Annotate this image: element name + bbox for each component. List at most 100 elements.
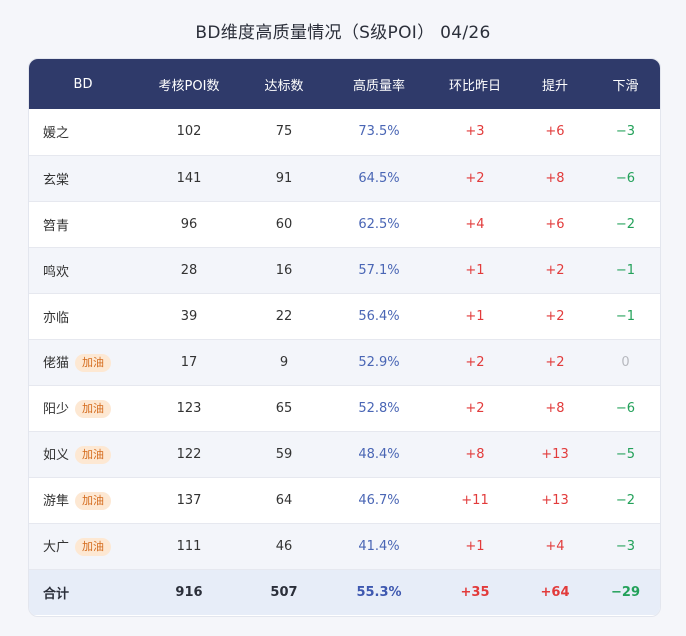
header-bd[interactable]: BD bbox=[29, 59, 137, 109]
poi-count-cell: 17 bbox=[180, 354, 198, 370]
bd-name-cell: 大广 加油 bbox=[29, 523, 137, 569]
total-pass: 507 bbox=[270, 584, 298, 600]
day-over-day-cell: +1 bbox=[465, 538, 485, 554]
bd-name-cell: 佬猫 加油 bbox=[29, 339, 137, 385]
day-over-day-cell: +11 bbox=[461, 492, 489, 508]
poi-count-cell: 123 bbox=[176, 400, 202, 416]
day-over-day-cell: +4 bbox=[465, 216, 485, 232]
decline-cell: −2 bbox=[615, 216, 636, 232]
total-poi: 916 bbox=[175, 584, 203, 600]
encourage-badge: 加油 bbox=[75, 354, 112, 372]
table-row[interactable]: 笤青 96 60 62.5% +4 +6 −2 bbox=[29, 201, 660, 247]
pass-count-cell: 75 bbox=[275, 124, 293, 140]
pass-count-cell: 22 bbox=[275, 308, 293, 324]
decline-cell: −1 bbox=[615, 308, 636, 324]
poi-count-cell: 96 bbox=[180, 216, 198, 232]
poi-count-cell: 111 bbox=[176, 538, 202, 554]
poi-count-cell: 102 bbox=[176, 124, 202, 140]
total-down: −29 bbox=[611, 584, 640, 600]
stats-table-card: BD 考核POI数 达标数 高质量率 环比昨日 提升 下滑 媛之 102 75 73.… bbox=[28, 58, 661, 617]
bd-name: 玄棠 bbox=[43, 172, 70, 188]
quality-rate-cell: 48.4% bbox=[358, 446, 400, 462]
improve-cell: +2 bbox=[545, 354, 565, 370]
bd-name: 如义 bbox=[43, 448, 70, 463]
poi-count-cell: 141 bbox=[176, 170, 202, 186]
table-row[interactable]: 游隼 加油 137 64 46.7% +11 +13 −2 bbox=[29, 477, 660, 523]
table-row[interactable]: 大广 加油 111 46 41.4% +1 +4 −3 bbox=[29, 523, 660, 569]
decline-cell: 0 bbox=[621, 354, 630, 370]
total-dod: +35 bbox=[460, 584, 490, 600]
decline-cell: −3 bbox=[615, 538, 636, 554]
header-poi-count[interactable]: 考核POI数 bbox=[137, 59, 241, 109]
bd-name-cell: 玄棠 bbox=[29, 155, 137, 201]
bd-name: 佬猫 bbox=[43, 356, 70, 371]
quality-rate-cell: 52.8% bbox=[358, 400, 400, 416]
decline-cell: −1 bbox=[615, 262, 636, 278]
header-decline[interactable]: 下滑 bbox=[591, 59, 660, 109]
header-day-over-day[interactable]: 环比昨日 bbox=[431, 59, 519, 109]
improve-cell: +2 bbox=[545, 262, 565, 278]
total-up: +64 bbox=[540, 584, 570, 600]
table-row[interactable]: 佬猫 加油 17 9 52.9% +2 +2 0 bbox=[29, 339, 660, 385]
improve-cell: +13 bbox=[541, 492, 569, 508]
pass-count-cell: 64 bbox=[275, 492, 293, 508]
encourage-badge: 加油 bbox=[75, 538, 112, 556]
improve-cell: +13 bbox=[541, 446, 569, 462]
improve-cell: +8 bbox=[545, 400, 565, 416]
table-row[interactable]: 鸣欢 28 16 57.1% +1 +2 −1 bbox=[29, 247, 660, 293]
improve-cell: +8 bbox=[545, 170, 565, 186]
pass-count-cell: 16 bbox=[275, 262, 293, 278]
improve-cell: +6 bbox=[545, 124, 565, 140]
decline-cell: −2 bbox=[615, 492, 636, 508]
poi-count-cell: 137 bbox=[176, 492, 202, 508]
total-row: 合计 916 507 55.3% +35 +64 −29 bbox=[29, 569, 660, 615]
bd-name-cell: 阳少 加油 bbox=[29, 385, 137, 431]
encourage-badge: 加油 bbox=[75, 446, 112, 464]
bd-name-cell: 鸣欢 bbox=[29, 247, 137, 293]
quality-rate-cell: 73.5% bbox=[358, 124, 400, 140]
day-over-day-cell: +8 bbox=[465, 446, 485, 462]
quality-rate-cell: 52.9% bbox=[358, 354, 400, 370]
decline-cell: −3 bbox=[615, 124, 636, 140]
table-row[interactable]: 媛之 102 75 73.5% +3 +6 −3 bbox=[29, 109, 660, 155]
bd-name: 阳少 bbox=[43, 402, 70, 417]
bd-name-cell: 如义 加油 bbox=[29, 431, 137, 477]
bd-name-cell: 亦临 bbox=[29, 293, 137, 339]
pass-count-cell: 46 bbox=[275, 538, 293, 554]
quality-rate-cell: 56.4% bbox=[358, 308, 400, 324]
improve-cell: +2 bbox=[545, 308, 565, 324]
bd-name-cell: 游隼 加油 bbox=[29, 477, 137, 523]
decline-cell: −5 bbox=[615, 446, 636, 462]
quality-rate-cell: 57.1% bbox=[358, 262, 400, 278]
quality-rate-cell: 41.4% bbox=[358, 538, 400, 554]
encourage-badge: 加油 bbox=[75, 492, 112, 510]
poi-count-cell: 28 bbox=[180, 262, 198, 278]
decline-cell: −6 bbox=[615, 400, 636, 416]
table-row[interactable]: 如义 加油 122 59 48.4% +8 +13 −5 bbox=[29, 431, 660, 477]
day-over-day-cell: +2 bbox=[465, 400, 485, 416]
quality-rate-cell: 46.7% bbox=[358, 492, 400, 508]
pass-count-cell: 59 bbox=[275, 446, 293, 462]
poi-count-cell: 122 bbox=[176, 446, 202, 462]
pass-count-cell: 65 bbox=[275, 400, 293, 416]
table-header-row: BD 考核POI数 达标数 高质量率 环比昨日 提升 下滑 bbox=[29, 59, 660, 109]
bd-name-cell: 媛之 bbox=[29, 109, 137, 155]
table-row[interactable]: 阳少 加油 123 65 52.8% +2 +8 −6 bbox=[29, 385, 660, 431]
encourage-badge: 加油 bbox=[75, 400, 112, 418]
header-quality-rate[interactable]: 高质量率 bbox=[327, 59, 431, 109]
day-over-day-cell: +2 bbox=[465, 170, 485, 186]
page-title: BD维度高质量情况（S级POI） 04/26 bbox=[195, 23, 491, 43]
header-improve[interactable]: 提升 bbox=[519, 59, 591, 109]
table-row[interactable]: 玄棠 141 91 64.5% +2 +8 −6 bbox=[29, 155, 660, 201]
total-label: 合计 bbox=[43, 586, 70, 602]
improve-cell: +6 bbox=[545, 216, 565, 232]
bd-name: 鸣欢 bbox=[43, 264, 70, 280]
day-over-day-cell: +2 bbox=[465, 354, 485, 370]
bd-name: 大广 bbox=[43, 540, 70, 555]
header-pass-count[interactable]: 达标数 bbox=[241, 59, 327, 109]
pass-count-cell: 91 bbox=[275, 170, 293, 186]
table-row[interactable]: 亦临 39 22 56.4% +1 +2 −1 bbox=[29, 293, 660, 339]
total-rate: 55.3% bbox=[356, 584, 402, 600]
poi-count-cell: 39 bbox=[180, 308, 198, 324]
table-body: 媛之 102 75 73.5% +3 +6 −3 玄棠 141 91 64.5% +2 +8 −6 笤青 96… bbox=[29, 109, 660, 569]
